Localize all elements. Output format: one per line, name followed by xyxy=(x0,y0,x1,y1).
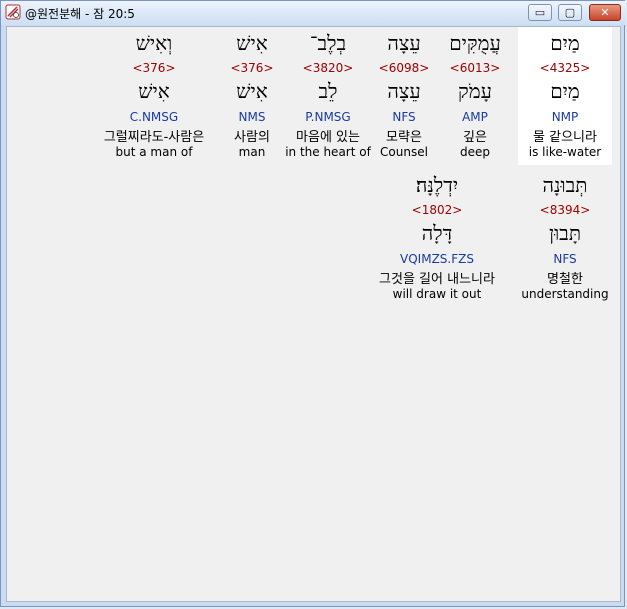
english-gloss: Counsel xyxy=(380,145,428,159)
close-icon: ✕ xyxy=(600,6,610,19)
strongs-number: <376> xyxy=(132,61,176,75)
word-block[interactable]: וְאִישׁ <376> אִישׁ C.NMSG 그럴찌라도-사람은 but… xyxy=(89,27,219,165)
english-gloss: understanding xyxy=(521,287,609,301)
morphology-code: NFS xyxy=(553,252,577,266)
app-icon xyxy=(5,4,21,20)
hebrew-root: דָּלָה xyxy=(421,221,453,245)
korean-gloss: 마음에 있는 xyxy=(296,130,360,145)
hebrew-word: תְּבוּנָה xyxy=(542,173,588,197)
morphology-code: C.NMSG xyxy=(129,110,179,124)
korean-gloss: 물 같으니라 xyxy=(533,130,597,145)
hebrew-word: מַיִם xyxy=(550,31,580,55)
strongs-number: <6013> xyxy=(449,61,501,75)
korean-gloss: 그럴찌라도-사람은 xyxy=(103,130,205,145)
morphology-code: VQIMZS.FZS xyxy=(400,252,474,266)
word-block[interactable]: מַיִם <4325> מַיִם NMP 물 같으니라 is like-wa… xyxy=(518,27,612,165)
hebrew-root: אִישׁ xyxy=(138,79,170,103)
hebrew-word: עֲמֻקִּים xyxy=(449,31,501,55)
strongs-number: <8394> xyxy=(539,203,591,217)
korean-gloss: 명철한 xyxy=(547,272,583,287)
close-button[interactable]: ✕ xyxy=(589,4,621,21)
korean-gloss: 모략은 xyxy=(386,130,422,145)
morphology-code: AMP xyxy=(462,110,488,124)
word-block[interactable]: אִישׁ <376> אִישׁ NMS 사람의 man xyxy=(225,27,279,165)
morphology-code: NMP xyxy=(551,110,579,124)
hebrew-word: בְלֶב־ xyxy=(309,31,347,55)
maximize-button[interactable]: ▢ xyxy=(558,4,582,21)
hebrew-word: יִדְלֶנָּה׃ xyxy=(415,173,459,197)
analysis-panel: מַיִם <4325> מַיִם NMP 물 같으니라 is like-wa… xyxy=(6,26,621,602)
korean-gloss: 그것을 길어 내느니라 xyxy=(379,272,495,287)
word-block[interactable]: עֲמֻקִּים <6013> עָמֹק AMP 깊은 deep xyxy=(437,27,513,165)
hebrew-word: וְאִישׁ xyxy=(135,31,173,55)
english-gloss: man xyxy=(238,145,266,159)
minimize-button[interactable]: ▭ xyxy=(528,4,552,21)
english-gloss: in the heart of xyxy=(285,145,371,159)
strongs-number: <4325> xyxy=(539,61,591,75)
hebrew-root: עָמֹק xyxy=(458,79,492,103)
word-block[interactable]: תְּבוּנָה <8394> תָּבוּן NFS 명철한 underst… xyxy=(518,169,612,307)
strongs-number: <3820> xyxy=(302,61,354,75)
word-block[interactable]: עֵצָה <6098> עֵצָה NFS 모략은 Counsel xyxy=(371,27,437,165)
morphology-code: NFS xyxy=(392,110,416,124)
english-gloss: deep xyxy=(460,145,490,159)
strongs-number: <6098> xyxy=(378,61,430,75)
english-gloss: will draw it out xyxy=(392,287,482,301)
korean-gloss: 깊은 xyxy=(463,130,487,145)
morphology-code: NMS xyxy=(238,110,266,124)
hebrew-word: אִישׁ xyxy=(236,31,268,55)
maximize-icon: ▢ xyxy=(564,6,576,19)
app-window: @원전분해 - 잠 20:5 ▭ ▢ ✕ מַיִם <4325> מַיִם … xyxy=(0,0,626,607)
hebrew-root: מַיִם xyxy=(550,79,580,103)
strongs-number: <376> xyxy=(230,61,274,75)
title-bar[interactable]: @원전분해 - 잠 20:5 ▭ ▢ ✕ xyxy=(1,1,626,25)
hebrew-root: תָּבוּן xyxy=(548,221,582,245)
hebrew-word: עֵצָה xyxy=(387,31,421,55)
english-gloss: but a man of xyxy=(115,145,193,159)
hebrew-root: אִישׁ xyxy=(236,79,268,103)
hebrew-root: לֵב xyxy=(318,79,338,103)
window-title: @원전분해 - 잠 20:5 xyxy=(25,7,135,21)
word-block[interactable]: יִדְלֶנָּה׃ <1802> דָּלָה VQIMZS.FZS 그것을… xyxy=(363,169,511,307)
korean-gloss: 사람의 xyxy=(234,130,270,145)
english-gloss: is like-water xyxy=(528,145,602,159)
minimize-icon: ▭ xyxy=(534,6,546,19)
morphology-code: P.NMSG xyxy=(305,110,351,124)
strongs-number: <1802> xyxy=(411,203,463,217)
hebrew-root: עֵצָה xyxy=(387,79,421,103)
word-block[interactable]: בְלֶב־ <3820> לֵב P.NMSG 마음에 있는 in the h… xyxy=(285,27,371,165)
